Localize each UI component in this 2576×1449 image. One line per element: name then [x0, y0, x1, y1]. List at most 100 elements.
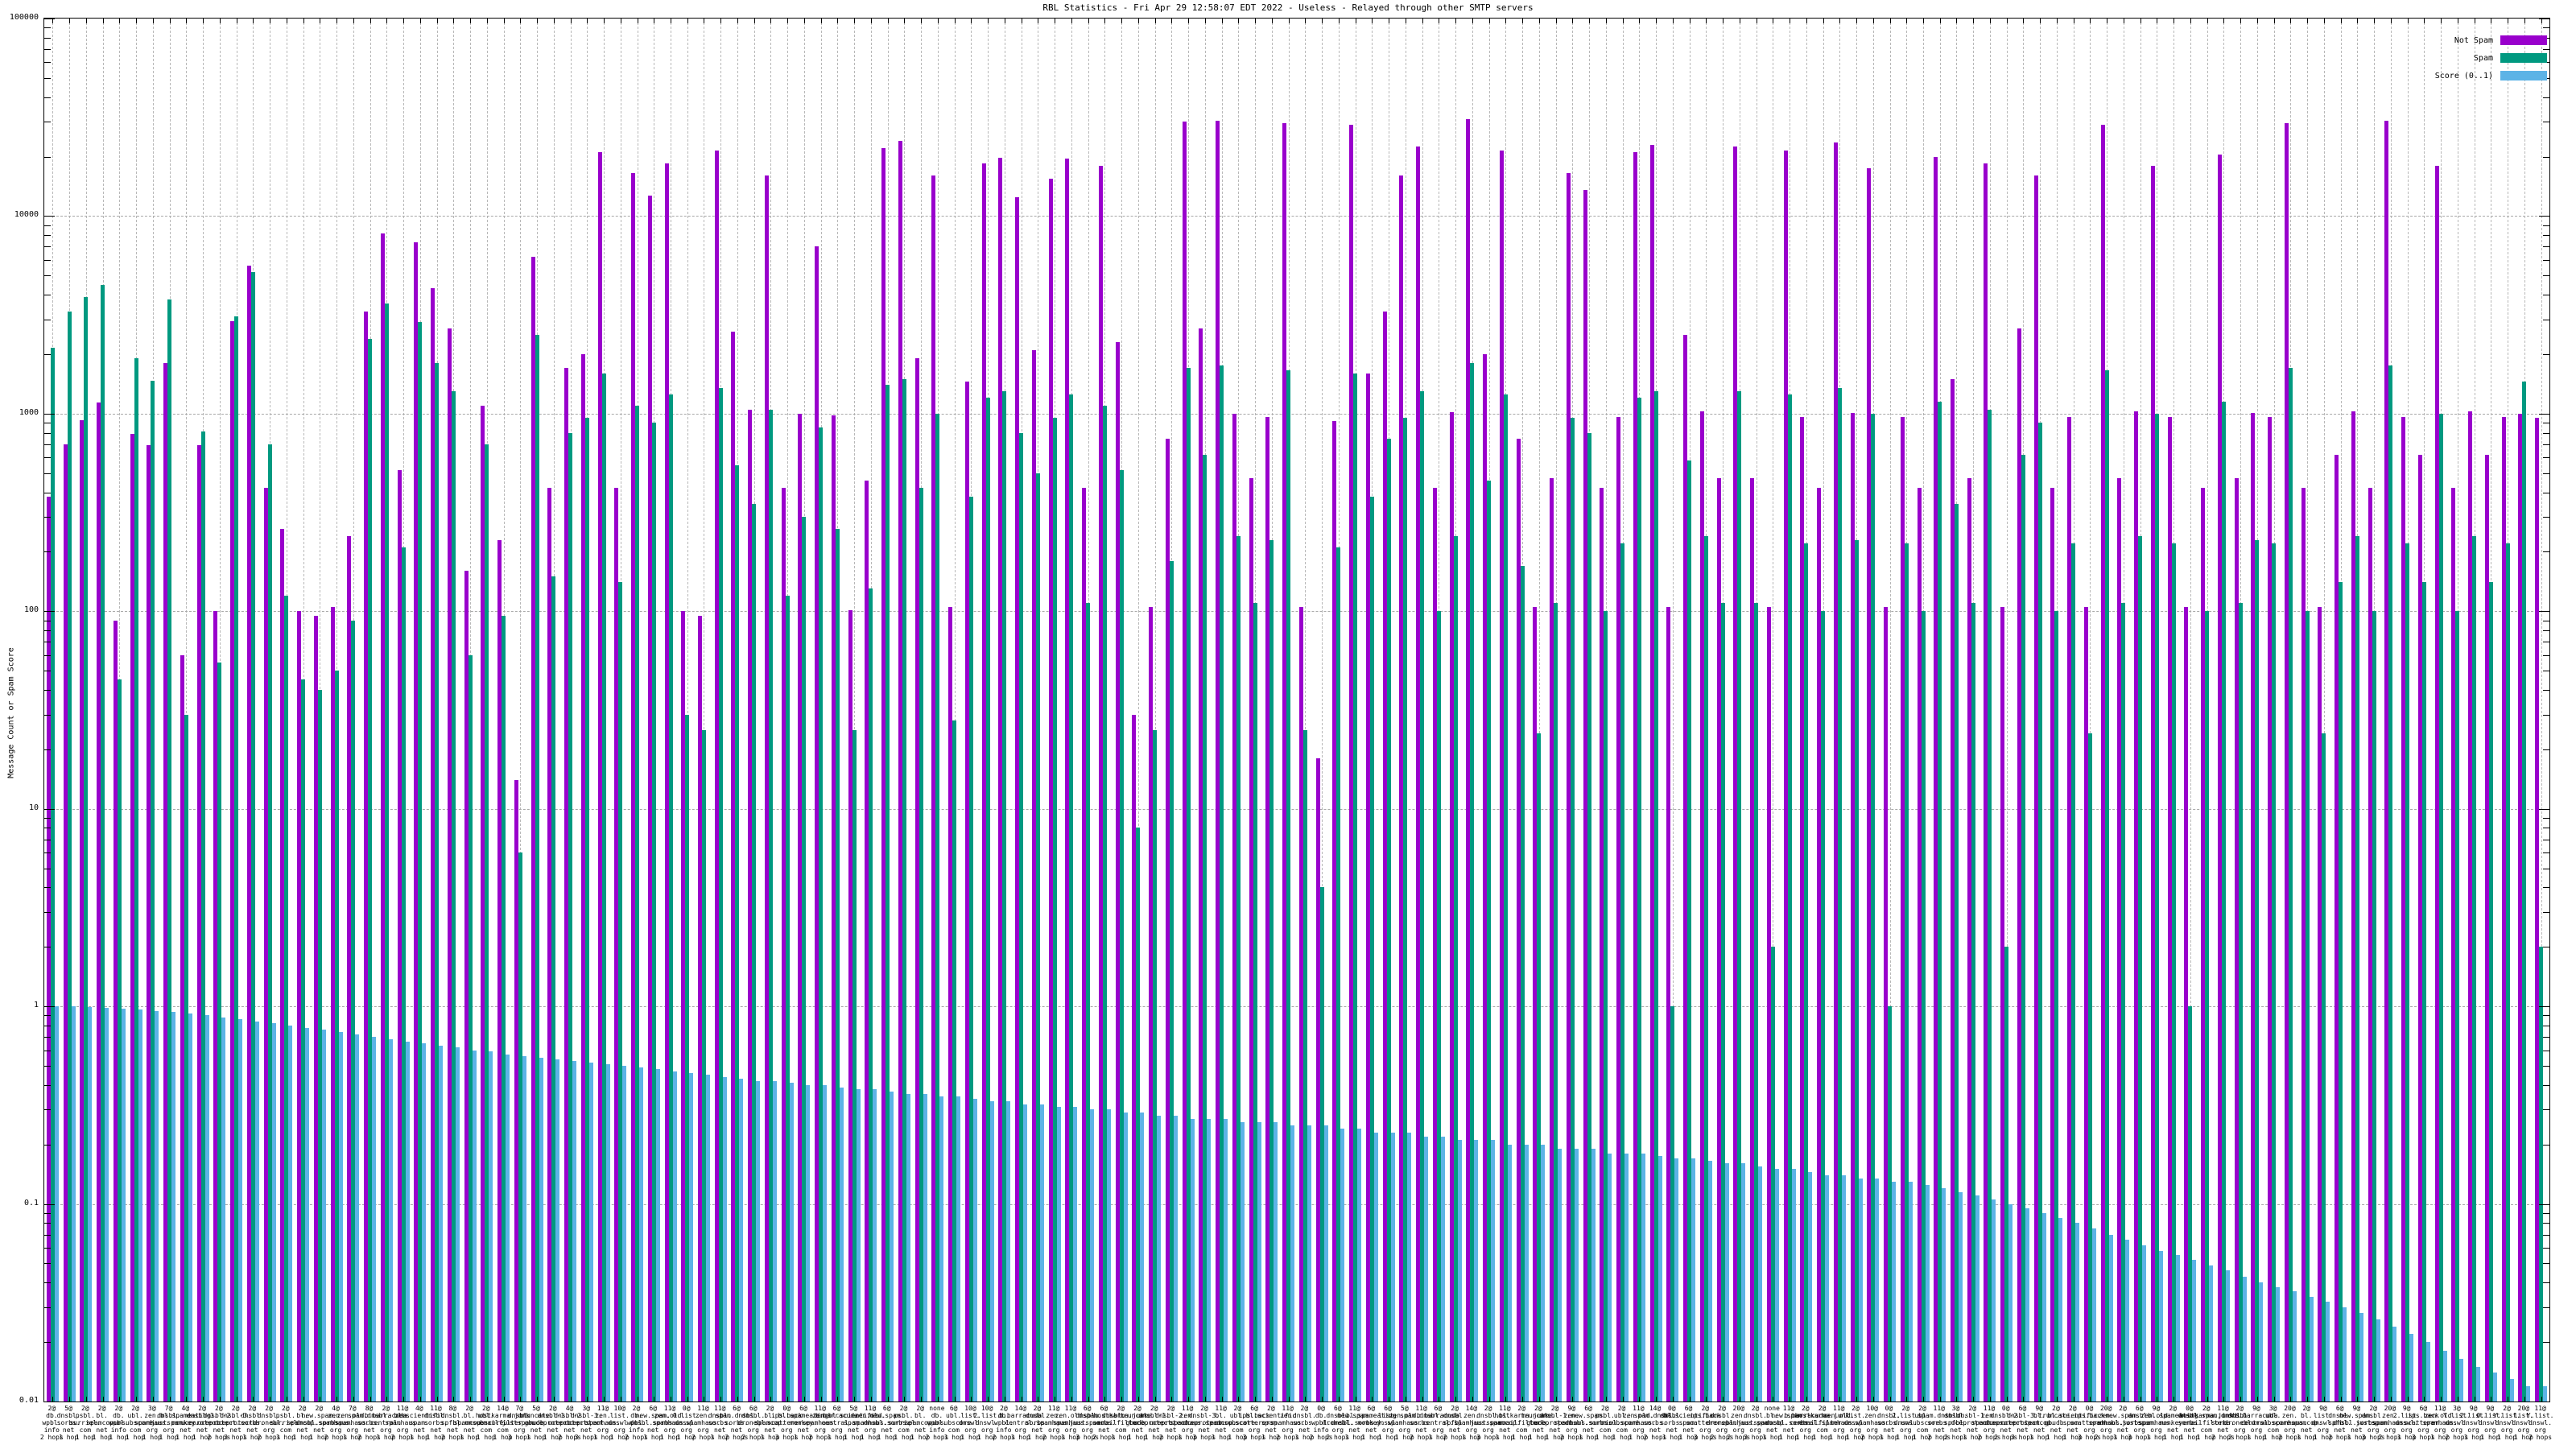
x-tick-bottom	[754, 1397, 755, 1402]
bar-score	[773, 1081, 777, 1402]
x-tick-top	[386, 19, 387, 23]
y-tick-minor-left	[44, 246, 51, 247]
x-tick-bottom	[1956, 1397, 1957, 1402]
x-tick-top	[336, 19, 337, 23]
bar-score	[1407, 1133, 1411, 1402]
x-tick-top	[1372, 19, 1373, 23]
x-tick-top	[1422, 19, 1423, 23]
bar-score	[2192, 1260, 2196, 1402]
bar-score	[322, 1030, 326, 1402]
x-tick-top	[1823, 19, 1824, 23]
bar-score	[1558, 1149, 1562, 1402]
x-tick-top	[988, 19, 989, 23]
chart-title: RBL Statistics - Fri Apr 29 12:58:07 EDT…	[0, 2, 2576, 13]
y-tick-label: 10	[2, 804, 39, 812]
y-tick-minor-left	[44, 1263, 51, 1264]
x-tick-bottom	[2190, 1397, 2191, 1402]
x-tick-top	[1606, 19, 1607, 23]
y-tick-minor-right	[2543, 1085, 2549, 1086]
x-tick-top	[1890, 19, 1891, 23]
y-tick-minor-left	[44, 1109, 51, 1110]
x-tick-top	[136, 19, 137, 23]
bar-score	[489, 1051, 493, 1402]
bar-score	[1641, 1154, 1645, 1402]
bar-score	[2443, 1351, 2447, 1402]
bar-spam	[2339, 582, 2343, 1402]
y-tick-minor-right	[2543, 715, 2549, 716]
y-tick-major-left	[44, 1204, 55, 1205]
x-tick-top	[1305, 19, 1306, 23]
legend-item-not-spam: Not Spam	[2435, 31, 2547, 49]
y-tick-minor-right	[2543, 1263, 2549, 1264]
x-tick-top	[1723, 19, 1724, 23]
bar-score	[2526, 1386, 2530, 1402]
bar-score	[2176, 1255, 2180, 1402]
y-tick-minor-right	[2543, 1342, 2549, 1343]
y-tick-minor-left	[44, 78, 51, 79]
x-tick-top	[787, 19, 788, 23]
bar-spam	[2255, 540, 2259, 1402]
bar-score	[1474, 1140, 1478, 1402]
x-tick-top	[2140, 19, 2141, 23]
bar-score	[2209, 1265, 2213, 1402]
x-tick-top	[1806, 19, 1807, 23]
bar-score	[572, 1061, 576, 1402]
x-tick-bottom	[203, 1397, 204, 1402]
bar-score	[1525, 1145, 1529, 1402]
not-spam-swatch	[2500, 35, 2547, 45]
x-tick-top	[2257, 19, 2258, 23]
x-tick-top	[1906, 19, 1907, 23]
x-tick-bottom	[1556, 1397, 1557, 1402]
bar-score	[238, 1019, 242, 1402]
bar-score	[2159, 1251, 2163, 1402]
x-tick-top	[170, 19, 171, 23]
x-tick-bottom	[1472, 1397, 1473, 1402]
y-tick-minor-right	[2543, 655, 2549, 656]
x-tick-bottom	[1272, 1397, 1273, 1402]
x-tick-top	[587, 19, 588, 23]
x-tick-top	[1489, 19, 1490, 23]
bar-score	[622, 1066, 626, 1402]
bar-score	[823, 1085, 827, 1402]
x-tick-top	[86, 19, 87, 23]
bar-score	[639, 1067, 643, 1402]
x-tick-top	[854, 19, 855, 23]
x-tick-top	[737, 19, 738, 23]
y-tick-minor-left	[44, 1223, 51, 1224]
x-tick-bottom	[1973, 1397, 1974, 1402]
x-tick-bottom	[2007, 1397, 2008, 1402]
bar-score	[1741, 1163, 1745, 1402]
x-tick-top	[1572, 19, 1573, 23]
bar-score	[1307, 1125, 1311, 1402]
bar-score	[806, 1085, 810, 1402]
x-tick-bottom	[2274, 1397, 2275, 1402]
x-tick-bottom	[1589, 1397, 1590, 1402]
bar-score	[689, 1073, 693, 1402]
bar-score	[72, 1006, 76, 1402]
x-tick-bottom	[1706, 1397, 1707, 1402]
y-tick-minor-right	[2543, 818, 2549, 819]
x-tick-top	[871, 19, 872, 23]
y-tick-minor-left	[44, 225, 51, 226]
x-tick-bottom	[1188, 1397, 1189, 1402]
bar-score	[857, 1089, 861, 1402]
y-tick-minor-left	[44, 1066, 51, 1067]
x-tick-top	[303, 19, 304, 23]
x-tick-top	[1322, 19, 1323, 23]
bar-score	[1157, 1116, 1161, 1402]
y-tick-minor-left	[44, 62, 51, 63]
x-tick-bottom	[971, 1397, 972, 1402]
bar-score	[939, 1096, 943, 1402]
y-tick-minor-left	[44, 517, 51, 518]
bar-score	[1608, 1154, 1612, 1402]
bar-score	[105, 1008, 109, 1402]
bar-score	[272, 1023, 276, 1402]
x-tick-top	[437, 19, 438, 23]
bar-score	[1241, 1122, 1245, 1402]
y-tick-minor-right	[2543, 690, 2549, 691]
bar-score	[2276, 1287, 2280, 1402]
bar-score	[339, 1032, 343, 1402]
spam-swatch	[2500, 53, 2547, 63]
x-tick-bottom	[2257, 1397, 2258, 1402]
x-tick-top	[220, 19, 221, 23]
